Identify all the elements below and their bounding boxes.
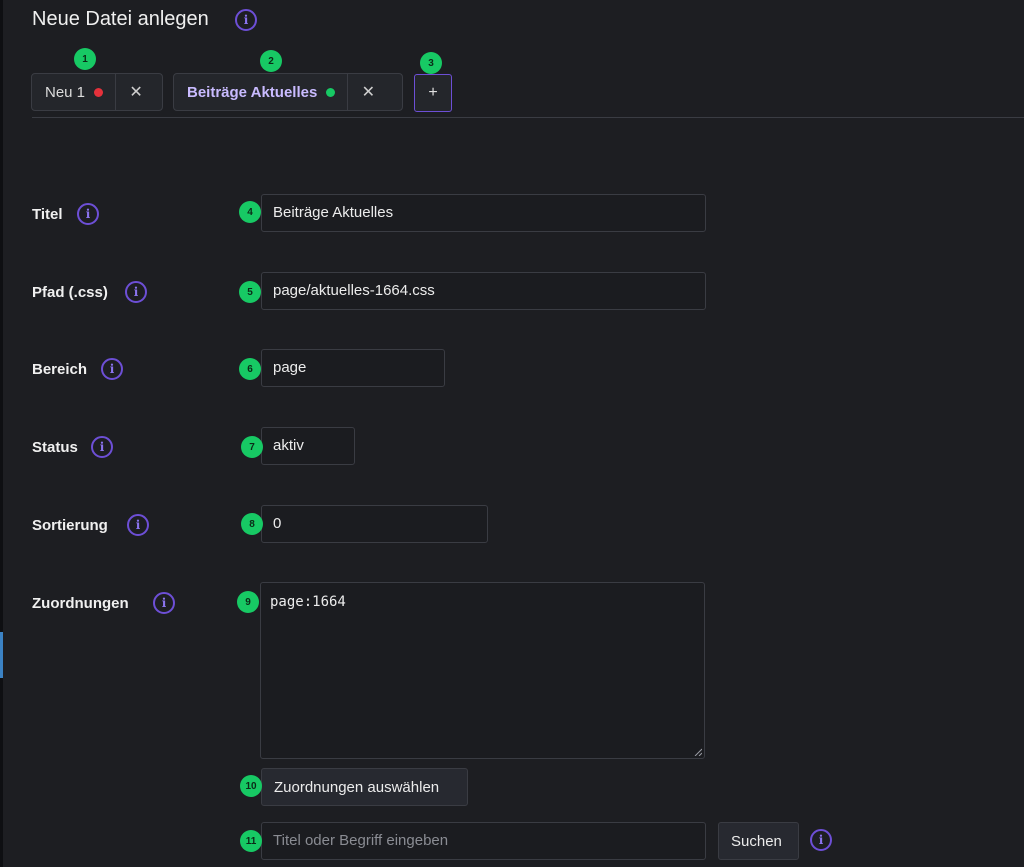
search-button[interactable]: Suchen: [718, 822, 799, 860]
marker-badge-10: 10: [240, 775, 262, 797]
bereich-input[interactable]: page: [261, 349, 445, 387]
zuordnungen-value: page:1664: [270, 594, 346, 610]
marker-badge-5: 5: [239, 281, 261, 303]
marker-badge-7: 7: [241, 436, 263, 458]
bereich-info-icon[interactable]: i: [101, 358, 123, 380]
status-select[interactable]: aktiv: [261, 427, 355, 465]
left-edge-strip: [0, 0, 3, 867]
sortierung-input[interactable]: 0: [261, 505, 488, 543]
status-info-icon[interactable]: i: [91, 436, 113, 458]
saved-status-dot: [326, 87, 336, 97]
sortierung-info-icon[interactable]: i: [127, 514, 149, 536]
tab-label: Neu 1: [45, 83, 86, 101]
search-info-icon[interactable]: i: [810, 829, 832, 851]
pfad-input[interactable]: page/aktuelles-1664.css: [261, 272, 706, 310]
titel-label: Titel: [32, 206, 63, 223]
page-title: Neue Datei anlegen: [32, 8, 209, 30]
search-placeholder: Titel oder Begriff eingeben: [273, 832, 449, 849]
titel-info-icon[interactable]: i: [77, 203, 99, 225]
titel-input[interactable]: Beiträge Aktuelles: [261, 194, 706, 232]
tab-beitraege-label-area[interactable]: Beiträge Aktuelles: [174, 74, 349, 110]
search-input[interactable]: Titel oder Begriff eingeben: [261, 822, 706, 860]
marker-badge-6: 6: [239, 358, 261, 380]
unsaved-status-dot: [94, 87, 104, 97]
zuordnungen-auswaehlen-button[interactable]: Zuordnungen auswählen: [261, 768, 468, 806]
marker-badge-4: 4: [239, 201, 261, 223]
left-edge-accent: [0, 632, 3, 678]
marker-badge-8: 8: [241, 513, 263, 535]
marker-badge-3: 3: [420, 52, 442, 74]
tab-beitraege-aktuelles[interactable]: Beiträge Aktuelles ✕: [173, 73, 403, 111]
pfad-label: Pfad (.css): [32, 284, 108, 301]
marker-badge-2: 2: [260, 50, 282, 72]
add-tab-button[interactable]: +: [414, 74, 452, 112]
tab-neu-1-label-area[interactable]: Neu 1: [32, 74, 117, 110]
tab-neu-1[interactable]: Neu 1 ✕: [31, 73, 163, 111]
title-info-icon[interactable]: i: [235, 9, 257, 31]
sortierung-label: Sortierung: [32, 517, 108, 534]
tab-label: Beiträge Aktuelles: [187, 83, 318, 101]
zuordnungen-textarea[interactable]: page:1664: [260, 582, 705, 759]
bereich-label: Bereich: [32, 361, 88, 378]
pfad-info-icon[interactable]: i: [125, 281, 147, 303]
status-label: Status: [32, 439, 78, 456]
marker-badge-9: 9: [237, 591, 259, 613]
marker-badge-1: 1: [74, 48, 96, 70]
tab-divider: [32, 117, 1024, 118]
zuordnungen-info-icon[interactable]: i: [153, 592, 175, 614]
resize-grip-icon[interactable]: [694, 748, 702, 756]
close-tab-icon[interactable]: ✕: [116, 74, 156, 110]
close-tab-icon[interactable]: ✕: [348, 74, 388, 110]
zuordnungen-label: Zuordnungen: [32, 595, 129, 612]
marker-badge-11: 11: [240, 830, 262, 852]
